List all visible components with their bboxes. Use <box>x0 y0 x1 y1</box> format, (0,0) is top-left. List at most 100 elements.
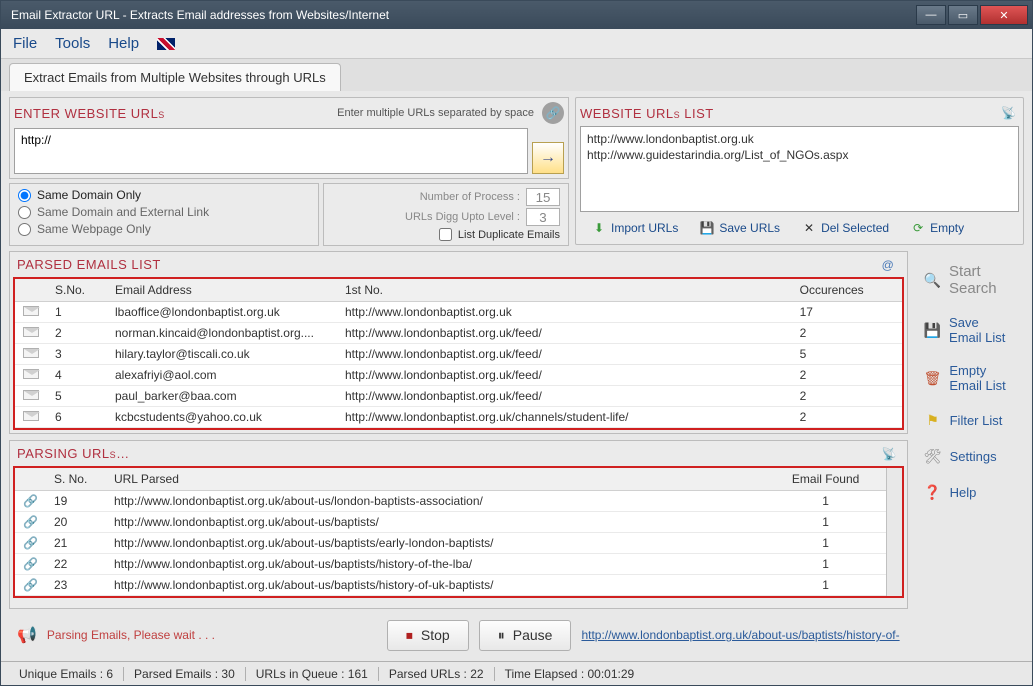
start-search-button[interactable]: 🔍Start Search <box>920 259 1018 301</box>
parsing-urls-title: PARSING URLs… <box>17 446 130 461</box>
table-row[interactable]: 2norman.kincaid@londonbaptist.org....htt… <box>15 323 902 344</box>
megaphone-icon: 📢 <box>17 625 37 645</box>
parsing-table-wrap: S. No. URL Parsed Email Found 🔗19http://… <box>13 466 904 598</box>
status-parsed-urls: Parsed URLs : 22 <box>379 667 495 681</box>
table-row[interactable]: 3hilary.taylor@tiscali.co.ukhttp://www.l… <box>15 344 902 365</box>
settings-button[interactable]: 🛠Settings <box>920 443 1018 469</box>
mail-icon <box>23 327 39 337</box>
url-input[interactable]: http:// <box>14 128 528 174</box>
menu-help[interactable]: Help <box>108 35 139 52</box>
save-icon: 💾 <box>700 221 714 235</box>
go-button[interactable]: → <box>532 142 564 174</box>
status-message: Parsing Emails, Please wait . . . <box>47 628 377 642</box>
at-icon: @ <box>882 258 900 272</box>
link-icon[interactable]: 🔗 <box>542 102 564 124</box>
maximize-button[interactable]: ▭ <box>948 5 978 25</box>
flag-uk-icon[interactable] <box>157 38 175 50</box>
empty-button[interactable]: ⟳Empty <box>903 218 972 238</box>
enter-url-hint: Enter multiple URLs separated by space <box>337 107 534 119</box>
dup-label: List Duplicate Emails <box>458 229 560 241</box>
empty-email-list-button[interactable]: 🗑Empty Email List <box>920 359 1018 397</box>
url-list-item[interactable]: http://www.guidestarindia.org/List_of_NG… <box>587 147 1012 163</box>
emails-table-wrap: S.No. Email Address 1st No. Occurences 1… <box>13 277 904 430</box>
panel-url-icon: 📡 <box>1001 106 1019 120</box>
table-row[interactable]: 5paul_barker@baa.comhttp://www.londonbap… <box>15 386 902 407</box>
digg-level-input[interactable] <box>526 208 560 226</box>
titlebar: Email Extractor URL - Extracts Email add… <box>1 1 1032 29</box>
table-row[interactable]: 1lbaoffice@londonbaptist.org.ukhttp://ww… <box>15 302 902 323</box>
menu-tools[interactable]: Tools <box>55 35 90 52</box>
stop-button[interactable]: ⏹Stop <box>387 620 469 651</box>
save-urls-button[interactable]: 💾Save URLs <box>692 218 788 238</box>
minimize-button[interactable]: — <box>916 5 946 25</box>
radio-same-domain[interactable] <box>18 189 31 202</box>
stop-icon: ⏹ <box>406 627 413 644</box>
col-email[interactable]: Email Address <box>107 279 337 302</box>
empty-list-icon: 🗑 <box>924 369 942 387</box>
statusbar: Unique Emails : 6 Parsed Emails : 30 URL… <box>1 661 1032 685</box>
col-p-sno[interactable]: S. No. <box>46 468 106 491</box>
parsed-emails-panel: PARSED EMAILS LIST @ S.No. Email Address… <box>9 251 908 434</box>
mail-icon <box>23 348 39 358</box>
num-process-input[interactable] <box>526 188 560 206</box>
import-urls-button[interactable]: ⬇Import URLs <box>584 218 686 238</box>
delete-icon: ✕ <box>802 221 816 235</box>
scrollbar[interactable] <box>886 468 902 596</box>
opt-same-domain[interactable]: Same Domain Only <box>18 188 310 202</box>
main-left: PARSED EMAILS LIST @ S.No. Email Address… <box>9 251 908 655</box>
current-url[interactable]: http://www.londonbaptist.org.uk/about-us… <box>581 628 899 642</box>
enter-url-title: ENTER WEBSITE URLs <box>14 106 165 121</box>
pause-button[interactable]: ⏸Pause <box>479 620 572 651</box>
url-list[interactable]: http://www.londonbaptist.org.ukhttp://ww… <box>580 126 1019 212</box>
table-row[interactable]: 6kcbcstudents@yahoo.co.ukhttp://www.lond… <box>15 407 902 428</box>
del-selected-button[interactable]: ✕Del Selected <box>794 218 897 238</box>
table-row[interactable]: 🔗19http://www.londonbaptist.org.uk/about… <box>15 491 886 512</box>
filter-list-button[interactable]: ⚑Filter List <box>920 407 1018 433</box>
col-first[interactable]: 1st No. <box>337 279 792 302</box>
dup-checkbox[interactable] <box>439 228 452 241</box>
window-buttons: — ▭ ✕ <box>914 5 1028 25</box>
chain-icon: 🔗 <box>23 557 38 571</box>
table-row[interactable]: 🔗22http://www.londonbaptist.org.uk/about… <box>15 554 886 575</box>
tab-extract-emails[interactable]: Extract Emails from Multiple Websites th… <box>9 63 341 91</box>
url-list-panel: WEBSITE URLs LIST 📡 http://www.londonbap… <box>575 97 1024 245</box>
col-p-found[interactable]: Email Found <box>766 468 886 491</box>
pause-icon: ⏸ <box>498 627 505 644</box>
main-row: PARSED EMAILS LIST @ S.No. Email Address… <box>9 251 1024 655</box>
window-title: Email Extractor URL - Extracts Email add… <box>5 8 914 22</box>
num-process-label: Number of Process : <box>420 191 520 203</box>
col-p-url[interactable]: URL Parsed <box>106 468 766 491</box>
empty-icon: ⟳ <box>911 221 925 235</box>
filter-icon: ⚑ <box>924 411 942 429</box>
mail-icon <box>23 306 39 316</box>
col-sno[interactable]: S.No. <box>47 279 107 302</box>
status-parsed-emails: Parsed Emails : 30 <box>124 667 246 681</box>
menu-file[interactable]: File <box>13 35 37 52</box>
url-list-item[interactable]: http://www.londonbaptist.org.uk <box>587 131 1012 147</box>
url-list-title: WEBSITE URLs LIST <box>580 106 714 121</box>
close-button[interactable]: ✕ <box>980 5 1028 25</box>
enter-url-panel: ENTER WEBSITE URLs Enter multiple URLs s… <box>9 97 569 179</box>
help-button[interactable]: ❓Help <box>920 479 1018 505</box>
table-row[interactable]: 🔗20http://www.londonbaptist.org.uk/about… <box>15 512 886 533</box>
import-icon: ⬇ <box>592 221 606 235</box>
panel-parsing-icon: 📡 <box>882 447 900 461</box>
save-email-list-button[interactable]: 💾Save Email List <box>920 311 1018 349</box>
chain-icon: 🔗 <box>23 494 38 508</box>
side-panel: 🔍Start Search 💾Save Email List 🗑Empty Em… <box>914 251 1024 655</box>
table-row[interactable]: 🔗21http://www.londonbaptist.org.uk/about… <box>15 533 886 554</box>
menubar: File Tools Help <box>1 29 1032 59</box>
mail-icon <box>23 390 39 400</box>
parsing-table[interactable]: S. No. URL Parsed Email Found 🔗19http://… <box>15 468 886 596</box>
chain-icon: 🔗 <box>23 578 38 592</box>
tab-bar: Extract Emails from Multiple Websites th… <box>1 59 1032 91</box>
emails-table[interactable]: S.No. Email Address 1st No. Occurences 1… <box>15 279 902 428</box>
col-occ[interactable]: Occurences <box>792 279 902 302</box>
table-row[interactable]: 4alexafriyi@aol.comhttp://www.londonbapt… <box>15 365 902 386</box>
radio-same-external[interactable] <box>18 206 31 219</box>
radio-same-webpage[interactable] <box>18 223 31 236</box>
parsing-urls-panel: PARSING URLs… 📡 S. No. URL Parsed Email … <box>9 440 908 609</box>
opt-same-webpage[interactable]: Same Webpage Only <box>18 222 310 236</box>
opt-same-external[interactable]: Same Domain and External Link <box>18 205 310 219</box>
table-row[interactable]: 🔗23http://www.londonbaptist.org.uk/about… <box>15 575 886 596</box>
